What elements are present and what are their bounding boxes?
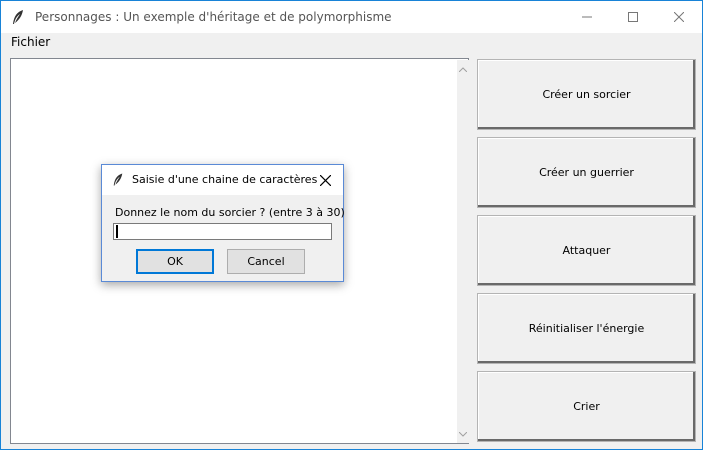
menu-fichier[interactable]: Fichier xyxy=(11,35,50,49)
shout-button[interactable]: Crier xyxy=(477,371,696,442)
text-caret xyxy=(116,225,118,238)
reset-energy-button[interactable]: Réinitialiser l'énergie xyxy=(477,293,696,364)
dialog-titlebar[interactable]: Saisie d'une chaine de caractères xyxy=(102,165,343,195)
menubar: Fichier xyxy=(1,33,702,53)
close-button[interactable] xyxy=(656,1,702,33)
main-window: Personnages : Un exemple d'héritage et d… xyxy=(0,0,703,450)
feather-icon xyxy=(112,172,124,187)
attack-button[interactable]: Attaquer xyxy=(477,215,696,286)
window-title: Personnages : Un exemple d'héritage et d… xyxy=(35,10,392,24)
create-sorcerer-button[interactable]: Créer un sorcier xyxy=(477,59,696,130)
window-titlebar[interactable]: Personnages : Un exemple d'héritage et d… xyxy=(1,1,702,33)
cancel-button[interactable]: Cancel xyxy=(227,249,305,274)
dialog-prompt: Donnez le nom du sorcier ? (entre 3 à 30… xyxy=(115,206,345,219)
scroll-down-arrow-icon[interactable] xyxy=(457,427,469,441)
feather-icon xyxy=(11,9,25,25)
maximize-button[interactable] xyxy=(610,1,656,33)
vertical-scrollbar[interactable] xyxy=(457,60,469,443)
dialog-title: Saisie d'une chaine de caractères xyxy=(132,173,318,186)
ok-button[interactable]: OK xyxy=(136,249,214,274)
sorcerer-name-input[interactable] xyxy=(113,223,332,240)
dialog-close-icon[interactable] xyxy=(316,171,334,189)
scroll-up-arrow-icon[interactable] xyxy=(457,62,469,76)
create-warrior-button[interactable]: Créer un guerrier xyxy=(477,137,696,208)
minimize-button[interactable] xyxy=(564,1,610,33)
